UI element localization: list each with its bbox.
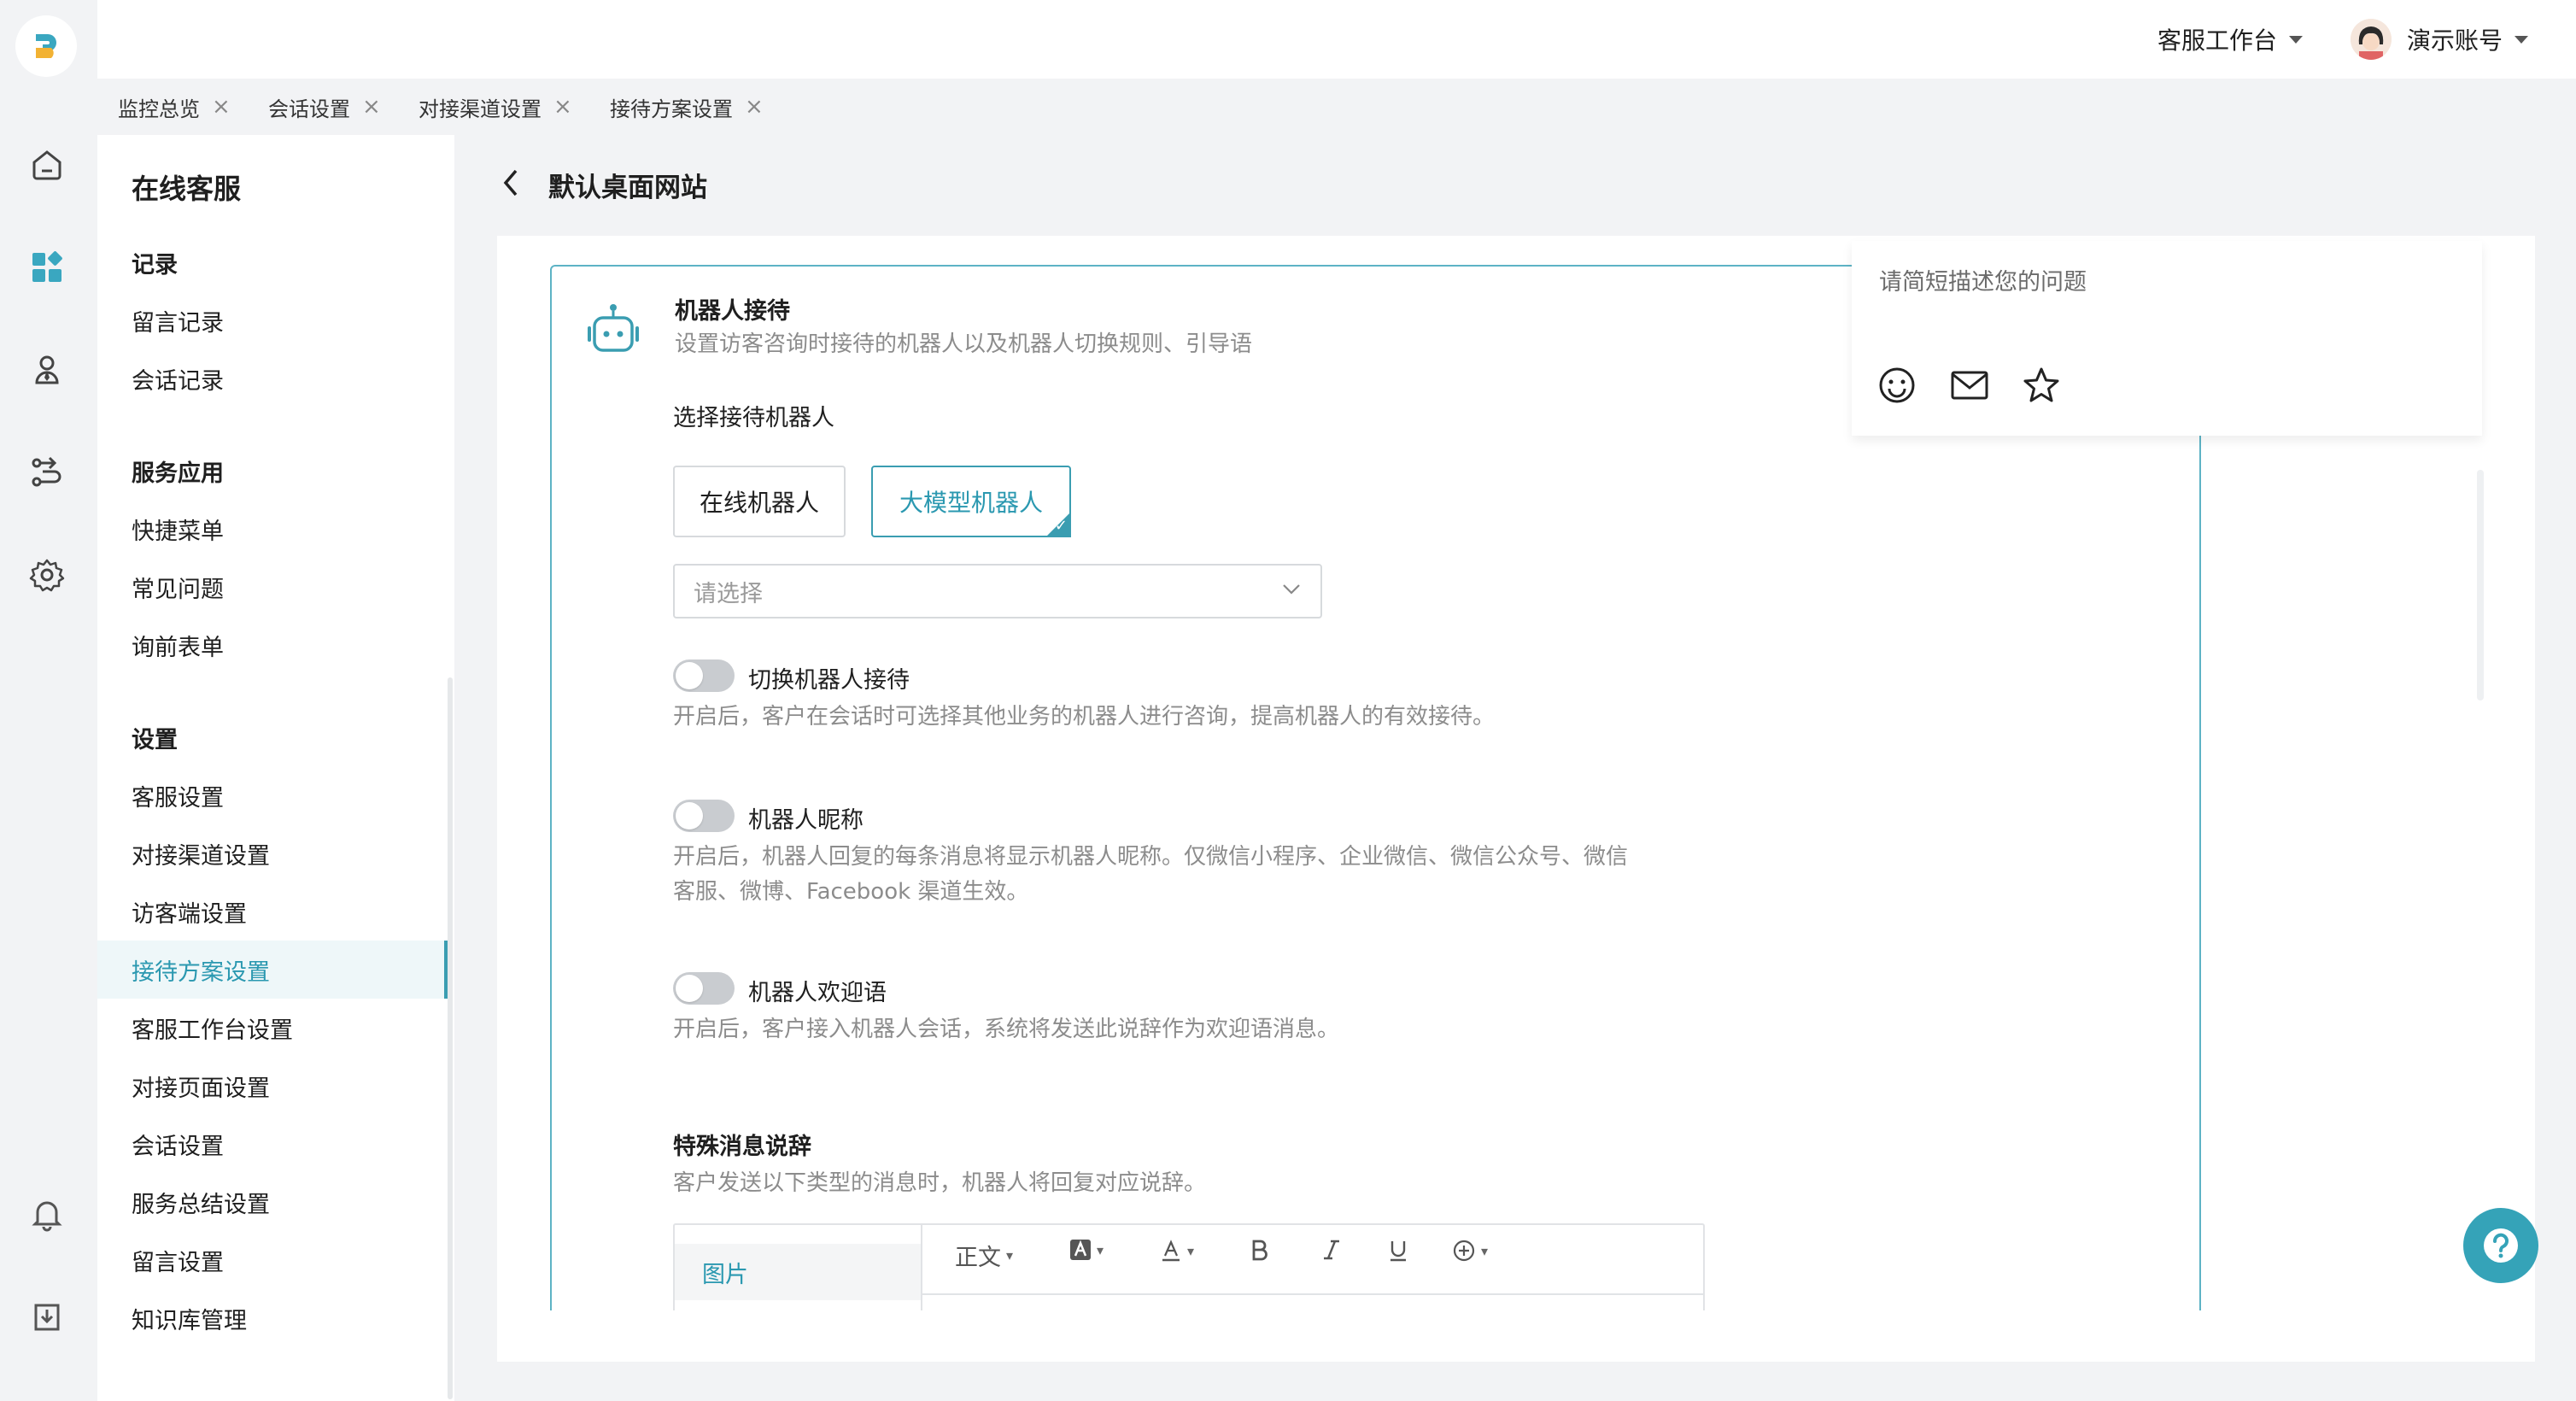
format-label: 正文 <box>955 1245 1001 1271</box>
tab-channel-settings[interactable]: 对接渠道设置 × <box>419 91 572 123</box>
caret-down-icon: ▾ <box>1097 1241 1104 1258</box>
close-icon[interactable]: × <box>212 96 231 118</box>
message-type-image[interactable]: 图片 <box>675 1244 921 1300</box>
sidebar-title: 在线客服 <box>132 173 242 205</box>
highlight-color-button[interactable]: ▾ <box>1069 1239 1104 1261</box>
robot-icon <box>583 302 644 359</box>
option-label: 在线机器人 <box>699 489 819 517</box>
sidebar-item-messages[interactable]: 留言记录 <box>132 304 224 337</box>
sidebar-item-agent-settings[interactable]: 客服设置 <box>132 779 224 812</box>
tab-label: 监控总览 <box>118 97 200 121</box>
toolbar-divider <box>922 1293 1703 1295</box>
icon-rail <box>0 0 97 1401</box>
sidebar-item-page-settings[interactable]: 对接页面设置 <box>132 1070 270 1103</box>
tab-label: 会话设置 <box>268 97 350 121</box>
robot-select[interactable]: 请选择 <box>673 564 1322 618</box>
sidebar-item-summary-settings[interactable]: 服务总结设置 <box>132 1186 270 1219</box>
switch-robot-title: 切换机器人接待 <box>748 667 910 694</box>
underline-button[interactable] <box>1389 1239 1408 1263</box>
account-label: 演示账号 <box>2407 26 2503 55</box>
help-button[interactable] <box>2463 1208 2538 1283</box>
robot-nickname-toggle[interactable] <box>673 800 735 832</box>
format-dropdown[interactable]: 正文 ▾ <box>955 1239 1013 1272</box>
sidebar-heading-records: 记录 <box>132 252 178 278</box>
tab-monitor[interactable]: 监控总览 × <box>118 91 231 123</box>
sidebar-item-pre-form[interactable]: 询前表单 <box>132 629 224 662</box>
workspace-label: 客服工作台 <box>2157 26 2278 55</box>
preview-scrollbar[interactable] <box>2477 470 2484 700</box>
sidebar-heading-apps: 服务应用 <box>132 460 224 487</box>
caret-down-icon: ▾ <box>1481 1242 1489 1259</box>
sidebar-item-reception-plan[interactable]: 接待方案设置 <box>132 953 270 987</box>
message-type-list: 图片 <box>675 1225 922 1310</box>
tab-strip: 监控总览 × 会话设置 × 对接渠道设置 × 接待方案设置 × <box>97 79 2576 135</box>
reply-editor: 图片 正文 ▾ ▾ ▾ ▾ <box>673 1223 1705 1310</box>
option-label: 大模型机器人 <box>899 489 1043 517</box>
avatar <box>2351 19 2392 60</box>
sidebar-heading-settings: 设置 <box>132 727 178 753</box>
emoji-icon[interactable] <box>1877 366 1917 405</box>
dashboard-icon[interactable] <box>26 246 68 289</box>
sidebar-item-sessions[interactable]: 会话记录 <box>132 362 224 396</box>
sidebar-item-channel-settings[interactable]: 对接渠道设置 <box>132 837 270 870</box>
customer-icon[interactable] <box>26 349 68 391</box>
download-icon[interactable] <box>26 1295 68 1338</box>
sidebar-item-faq[interactable]: 常见问题 <box>132 571 224 604</box>
caret-down-icon <box>2515 35 2529 44</box>
card-subtitle: 设置访客咨询时接待的机器人以及机器人切换规则、引导语 <box>675 331 1253 357</box>
robot-welcome-desc: 开启后，客户接入机器人会话，系统将发送此说辞作为欢迎语消息。 <box>673 1017 1340 1042</box>
workspace-dropdown[interactable]: 客服工作台 <box>2157 19 2304 60</box>
sidebar-item-visitor-settings[interactable]: 访客端设置 <box>132 895 247 929</box>
sidebar-item-session-settings[interactable]: 会话设置 <box>132 1128 224 1161</box>
switch-robot-toggle[interactable] <box>673 659 735 692</box>
mail-icon[interactable] <box>1949 366 1990 405</box>
bold-button[interactable] <box>1250 1239 1269 1261</box>
tab-label: 对接渠道设置 <box>419 97 542 121</box>
option-online-robot[interactable]: 在线机器人 <box>673 466 846 537</box>
robot-nickname-desc-line1: 开启后，机器人回复的每条消息将显示机器人昵称。仅微信小程序、企业微信、微信公众号… <box>673 844 1629 870</box>
choose-robot-label: 选择接待机器人 <box>673 405 834 431</box>
caret-down-icon: ▾ <box>1187 1242 1195 1259</box>
routing-icon[interactable] <box>26 451 68 494</box>
special-message-title: 特殊消息说辞 <box>673 1134 811 1160</box>
select-placeholder: 请选择 <box>694 580 763 607</box>
insert-button[interactable]: ▾ <box>1452 1239 1488 1263</box>
app-logo[interactable] <box>15 15 77 77</box>
tab-session-settings[interactable]: 会话设置 × <box>268 91 381 123</box>
caret-down-icon: ▾ <box>1006 1247 1014 1263</box>
home-icon[interactable] <box>26 144 68 186</box>
italic-button[interactable] <box>1322 1239 1341 1261</box>
star-icon[interactable] <box>2021 366 2062 405</box>
special-message-desc: 客户发送以下类型的消息时，机器人将回复对应说辞。 <box>673 1170 1207 1196</box>
sidebar-item-message-settings[interactable]: 留言设置 <box>132 1244 224 1277</box>
tab-label: 接待方案设置 <box>610 97 733 121</box>
settings-icon[interactable] <box>26 554 68 596</box>
robot-welcome-title: 机器人欢迎语 <box>748 980 887 1006</box>
bell-icon[interactable] <box>26 1193 68 1235</box>
top-bar: 客服工作台 演示账号 <box>97 0 2576 79</box>
close-icon[interactable]: × <box>362 96 381 118</box>
sidebar-item-knowledge-base[interactable]: 知识库管理 <box>132 1302 247 1335</box>
sidebar: 在线客服 记录 留言记录 会话记录 服务应用 快捷菜单 常见问题 询前表单 设置… <box>97 135 454 1401</box>
switch-robot-desc: 开启后，客户在会话时可选择其他业务的机器人进行咨询，提高机器人的有效接待。 <box>673 704 1496 730</box>
robot-nickname-title: 机器人昵称 <box>748 807 864 834</box>
option-llm-robot[interactable]: 大模型机器人 ✓ <box>871 466 1071 537</box>
sidebar-item-workbench-settings[interactable]: 客服工作台设置 <box>132 1011 293 1045</box>
account-dropdown[interactable]: 演示账号 <box>2351 19 2529 60</box>
robot-nickname-desc-line2: 客服、微博、Facebook 渠道生效。 <box>673 879 1029 905</box>
tab-reception-settings[interactable]: 接待方案设置 × <box>610 91 764 123</box>
chat-preview: 请简短描述您的问题 <box>1852 241 2482 436</box>
font-color-button[interactable]: ▾ <box>1160 1239 1194 1263</box>
check-icon: ✓ <box>1054 517 1068 535</box>
sidebar-scrollbar[interactable] <box>448 677 453 1399</box>
card-title: 机器人接待 <box>675 298 790 325</box>
sidebar-item-quick-menu[interactable]: 快捷菜单 <box>132 513 224 546</box>
close-icon[interactable]: × <box>553 96 572 118</box>
close-icon[interactable]: × <box>745 96 764 118</box>
chat-input-placeholder[interactable]: 请简短描述您的问题 <box>1879 263 2087 296</box>
caret-down-icon <box>2289 35 2304 44</box>
chevron-down-icon <box>1281 583 1302 596</box>
robot-welcome-toggle[interactable] <box>673 972 735 1005</box>
